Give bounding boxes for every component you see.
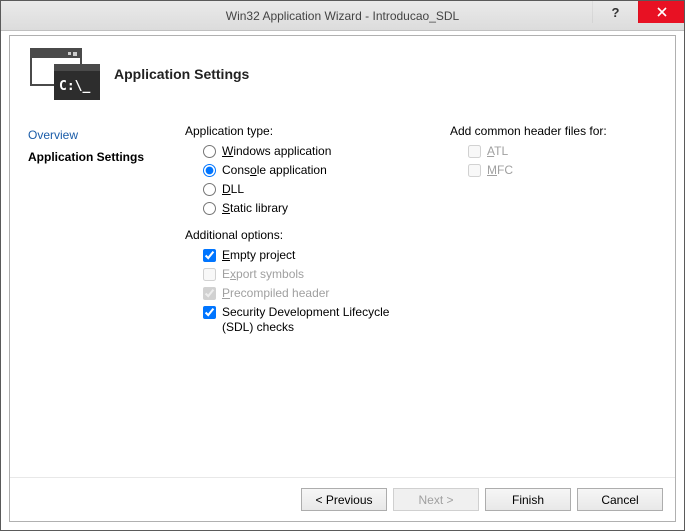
main-area: Application type: Windows application Co… [185, 110, 675, 477]
checkbox-empty-project-label: Empty project [222, 248, 295, 263]
previous-button[interactable]: < Previous [301, 488, 387, 511]
option-empty-project[interactable]: Empty project [185, 246, 430, 265]
radio-console-application[interactable] [203, 164, 216, 177]
header-area: C:\_ Application Settings [10, 36, 675, 110]
option-dll[interactable]: DLL [185, 180, 430, 199]
cancel-button[interactable]: Cancel [577, 488, 663, 511]
radio-windows-application[interactable] [203, 145, 216, 158]
sidebar: Overview Application Settings [10, 110, 185, 477]
inner-panel: C:\_ Application Settings Overview Appli… [9, 35, 676, 522]
additional-options-label: Additional options: [185, 228, 430, 242]
content-area: C:\_ Application Settings Overview Appli… [1, 31, 684, 530]
checkbox-mfc [468, 164, 481, 177]
radio-static-library-label: Static library [222, 201, 288, 216]
finish-button[interactable]: Finish [485, 488, 571, 511]
checkbox-export-symbols [203, 268, 216, 281]
wizard-logo-icon: C:\_ [26, 46, 98, 102]
right-column: Add common header files for: ATL MFC [450, 124, 675, 477]
radio-static-library[interactable] [203, 202, 216, 215]
window-title: Win32 Application Wizard - Introducao_SD… [1, 9, 684, 23]
wizard-window: Win32 Application Wizard - Introducao_SD… [0, 0, 685, 531]
radio-windows-application-label: Windows application [222, 144, 331, 159]
common-headers-label: Add common header files for: [450, 124, 675, 138]
option-precompiled-header: Precompiled header [185, 284, 430, 303]
radio-dll[interactable] [203, 183, 216, 196]
checkbox-atl [468, 145, 481, 158]
application-type-label: Application type: [185, 124, 430, 138]
sidebar-item-overview[interactable]: Overview [28, 124, 175, 146]
option-atl: ATL [450, 142, 675, 161]
checkbox-sdl-checks[interactable] [203, 306, 216, 319]
option-mfc: MFC [450, 161, 675, 180]
page-title: Application Settings [114, 66, 249, 82]
radio-dll-label: DLL [222, 182, 244, 197]
footer: < Previous Next > Finish Cancel [10, 477, 675, 521]
option-export-symbols: Export symbols [185, 265, 430, 284]
titlebar-buttons: ? [592, 1, 684, 30]
option-console-application[interactable]: Console application [185, 161, 430, 180]
next-button: Next > [393, 488, 479, 511]
radio-console-application-label: Console application [222, 163, 327, 178]
option-sdl-checks[interactable]: Security Development Lifecycle (SDL) che… [185, 303, 430, 337]
option-windows-application[interactable]: Windows application [185, 142, 430, 161]
checkbox-empty-project[interactable] [203, 249, 216, 262]
checkbox-precompiled-header-label: Precompiled header [222, 286, 329, 301]
titlebar: Win32 Application Wizard - Introducao_SD… [1, 1, 684, 31]
close-icon [657, 7, 667, 17]
help-button[interactable]: ? [592, 1, 638, 23]
left-column: Application type: Windows application Co… [185, 124, 430, 477]
checkbox-mfc-label: MFC [487, 163, 513, 178]
option-static-library[interactable]: Static library [185, 199, 430, 218]
sidebar-item-application-settings[interactable]: Application Settings [28, 146, 175, 168]
checkbox-sdl-checks-label: Security Development Lifecycle (SDL) che… [222, 305, 412, 335]
close-button[interactable] [638, 1, 684, 23]
body-area: Overview Application Settings Applicatio… [10, 110, 675, 477]
checkbox-export-symbols-label: Export symbols [222, 267, 304, 282]
checkbox-atl-label: ATL [487, 144, 508, 159]
checkbox-precompiled-header [203, 287, 216, 300]
